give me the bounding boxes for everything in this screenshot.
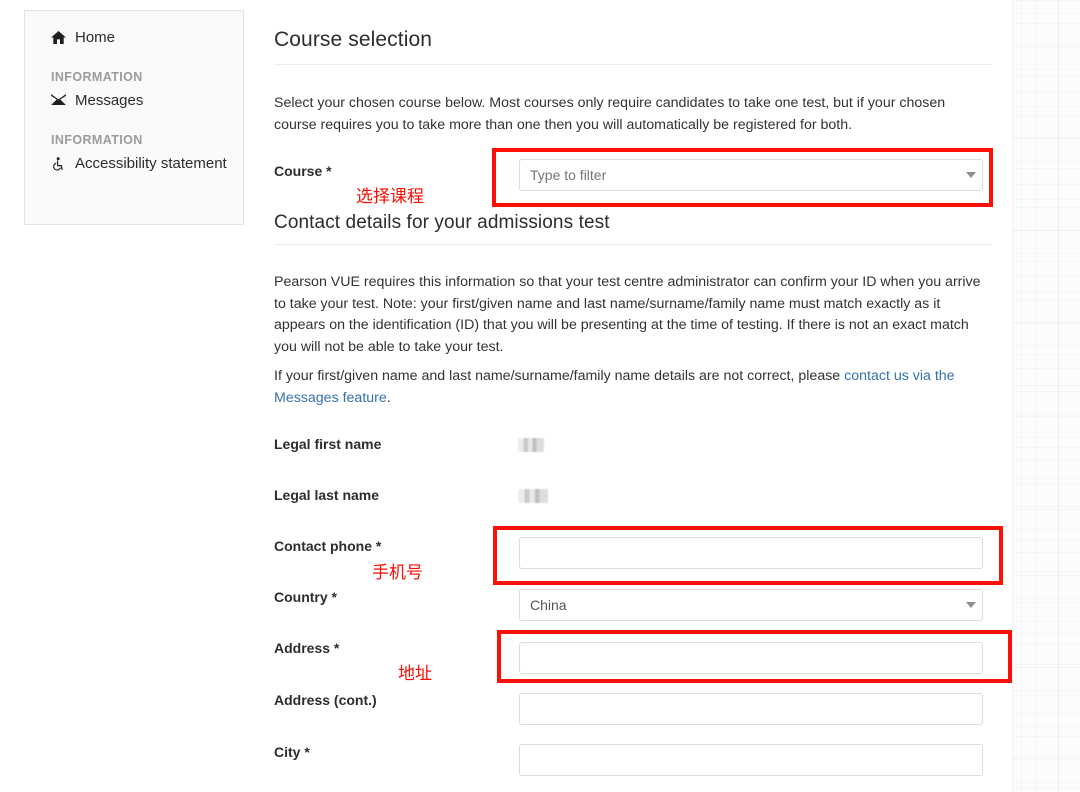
form-row-city: City * [274,744,994,780]
annotation-text-contact-phone: 手机号 [372,558,423,583]
address-label: Address * [274,640,339,656]
page-title: Course selection [274,0,992,65]
contact-phone-input[interactable] [519,537,983,569]
address-cont-input[interactable] [519,693,983,725]
legal-last-name-label: Legal last name [274,487,379,503]
accessibility-icon [51,153,68,171]
page-root: Home INFORMATION Messages INFORMATION [0,0,1080,792]
sidebar: Home INFORMATION Messages INFORMATION [24,10,244,225]
contact-paragraph-1: Pearson VUE requires this information so… [274,272,986,358]
sidebar-item-label-home: Home [75,27,115,48]
country-select-input[interactable] [519,589,983,621]
legal-first-name-label: Legal first name [274,436,381,452]
annotation-text-course: 选择课程 [356,182,424,207]
form-row-address-cont: Address (cont.) [274,692,994,728]
envelope-icon [51,90,68,105]
sidebar-heading-information-1: INFORMATION [25,70,243,84]
main-content: Course selection Select your chosen cour… [274,0,994,792]
sidebar-item-accessibility-statement[interactable]: Accessibility statement [25,153,243,174]
course-select-input[interactable] [519,159,983,191]
legal-first-name-value-redacted [518,438,544,452]
background-watermark-pattern [1012,0,1080,792]
annotation-text-address: 地址 [398,659,432,684]
form-row-legal-first-name: Legal first name [274,436,994,458]
contact-phone-label: Contact phone * [274,538,381,554]
sidebar-item-home[interactable]: Home [25,27,243,48]
sidebar-item-label-messages: Messages [75,90,143,111]
city-label: City * [274,744,310,760]
contact-paragraph-2-after: . [387,390,391,406]
sidebar-item-label-accessibility: Accessibility statement [75,153,227,174]
form-row-country: Country * [274,589,994,625]
city-input[interactable] [519,744,983,776]
sidebar-heading-information-2: INFORMATION [25,133,243,147]
contact-paragraph-2: If your first/given name and last name/s… [274,366,984,409]
country-label: Country * [274,589,337,605]
form-row-address: Address * [274,640,994,676]
address-input[interactable] [519,642,983,674]
address-cont-label: Address (cont.) [274,692,377,708]
contact-paragraph-2-before: If your first/given name and last name/s… [274,368,844,384]
course-intro-text: Select your chosen course below. Most co… [274,93,980,136]
form-row-legal-last-name: Legal last name [274,487,994,509]
sidebar-item-messages[interactable]: Messages [25,90,243,111]
course-label: Course * [274,163,332,179]
home-icon [51,27,68,44]
legal-last-name-value-redacted [518,489,548,503]
contact-section-title: Contact details for your admissions test [274,212,992,245]
